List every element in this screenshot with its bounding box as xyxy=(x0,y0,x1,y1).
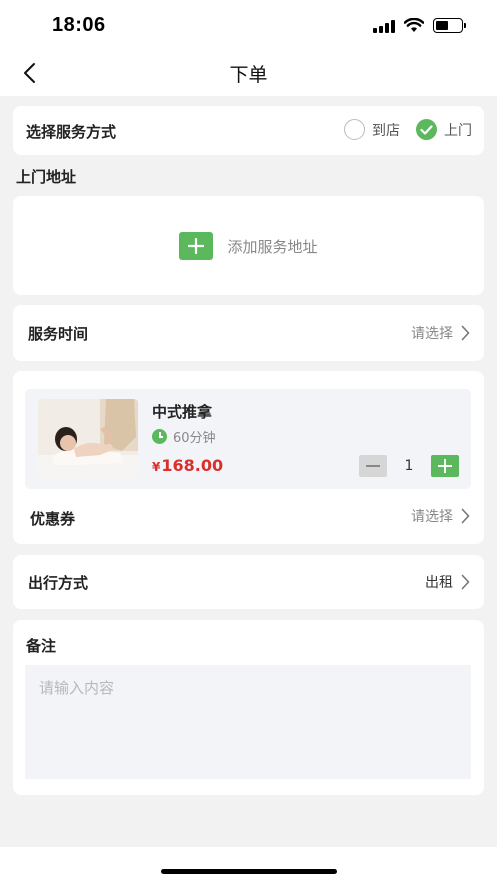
quantity-stepper: 1 xyxy=(359,455,459,477)
radio-home-visit[interactable]: 上门 xyxy=(416,119,472,140)
quantity-value: 1 xyxy=(404,458,414,474)
remark-card: 备注 xyxy=(13,620,484,795)
service-time-label: 服务时间 xyxy=(28,325,89,343)
radio-in-store-label: 到店 xyxy=(372,122,400,139)
status-icons xyxy=(373,18,466,33)
price-value: 168.00 xyxy=(161,456,224,475)
home-indicator xyxy=(161,869,337,874)
product-image xyxy=(38,399,138,479)
product-name: 中式推拿 xyxy=(152,403,213,421)
product-price: ¥168.00 xyxy=(152,456,223,475)
status-time: 18:06 xyxy=(52,14,106,36)
nav-bar: 下单 xyxy=(0,50,497,96)
service-mode-label: 选择服务方式 xyxy=(26,123,117,141)
increase-button[interactable] xyxy=(431,455,459,477)
chevron-right-icon xyxy=(461,574,470,590)
signal-icon xyxy=(373,19,395,33)
travel-method-label: 出行方式 xyxy=(28,574,89,592)
minus-icon xyxy=(366,465,380,467)
product-card: 中式推拿 60分钟 ¥168.00 1 优惠券 请选择 xyxy=(13,371,484,544)
address-card: 添加服务地址 xyxy=(13,196,484,295)
remark-input[interactable] xyxy=(25,665,471,779)
bottom-bar xyxy=(0,847,497,883)
service-time-value: 请选择 xyxy=(411,326,453,342)
remark-label: 备注 xyxy=(26,637,57,655)
chevron-right-icon xyxy=(461,508,470,524)
service-mode-radio-group: 到店 上门 xyxy=(344,119,472,140)
plus-icon xyxy=(438,459,452,473)
chevron-right-icon xyxy=(461,325,470,341)
plus-icon xyxy=(179,232,214,260)
travel-method-row[interactable]: 出行方式 出租 xyxy=(13,555,484,609)
status-bar: 18:06 xyxy=(0,0,497,50)
decrease-button[interactable] xyxy=(359,455,387,477)
clock-icon xyxy=(152,429,167,444)
product-duration: 60分钟 xyxy=(152,427,216,446)
radio-in-store[interactable]: 到店 xyxy=(344,119,400,140)
radio-home-visit-label: 上门 xyxy=(444,122,472,139)
radio-unchecked-icon xyxy=(344,119,365,140)
add-address-button[interactable]: 添加服务地址 xyxy=(13,232,484,260)
travel-method-value-group: 出租 xyxy=(425,572,470,592)
page-title: 下单 xyxy=(229,64,268,86)
battery-icon xyxy=(433,18,466,33)
coupon-label: 优惠券 xyxy=(30,510,76,528)
address-section-title: 上门地址 xyxy=(16,168,77,186)
service-mode-card: 选择服务方式 到店 上门 xyxy=(13,106,484,155)
travel-method-value: 出租 xyxy=(425,575,453,591)
price-currency: ¥ xyxy=(152,460,161,474)
coupon-value: 请选择 xyxy=(411,509,453,525)
wifi-icon xyxy=(404,18,424,32)
coupon-select[interactable]: 请选择 xyxy=(411,506,470,526)
add-address-label: 添加服务地址 xyxy=(227,237,318,256)
check-icon xyxy=(416,119,437,140)
service-time-value-group: 请选择 xyxy=(411,323,470,343)
product-item: 中式推拿 60分钟 ¥168.00 1 xyxy=(25,389,471,489)
service-time-row[interactable]: 服务时间 请选择 xyxy=(13,305,484,361)
product-duration-value: 60分钟 xyxy=(173,431,216,446)
